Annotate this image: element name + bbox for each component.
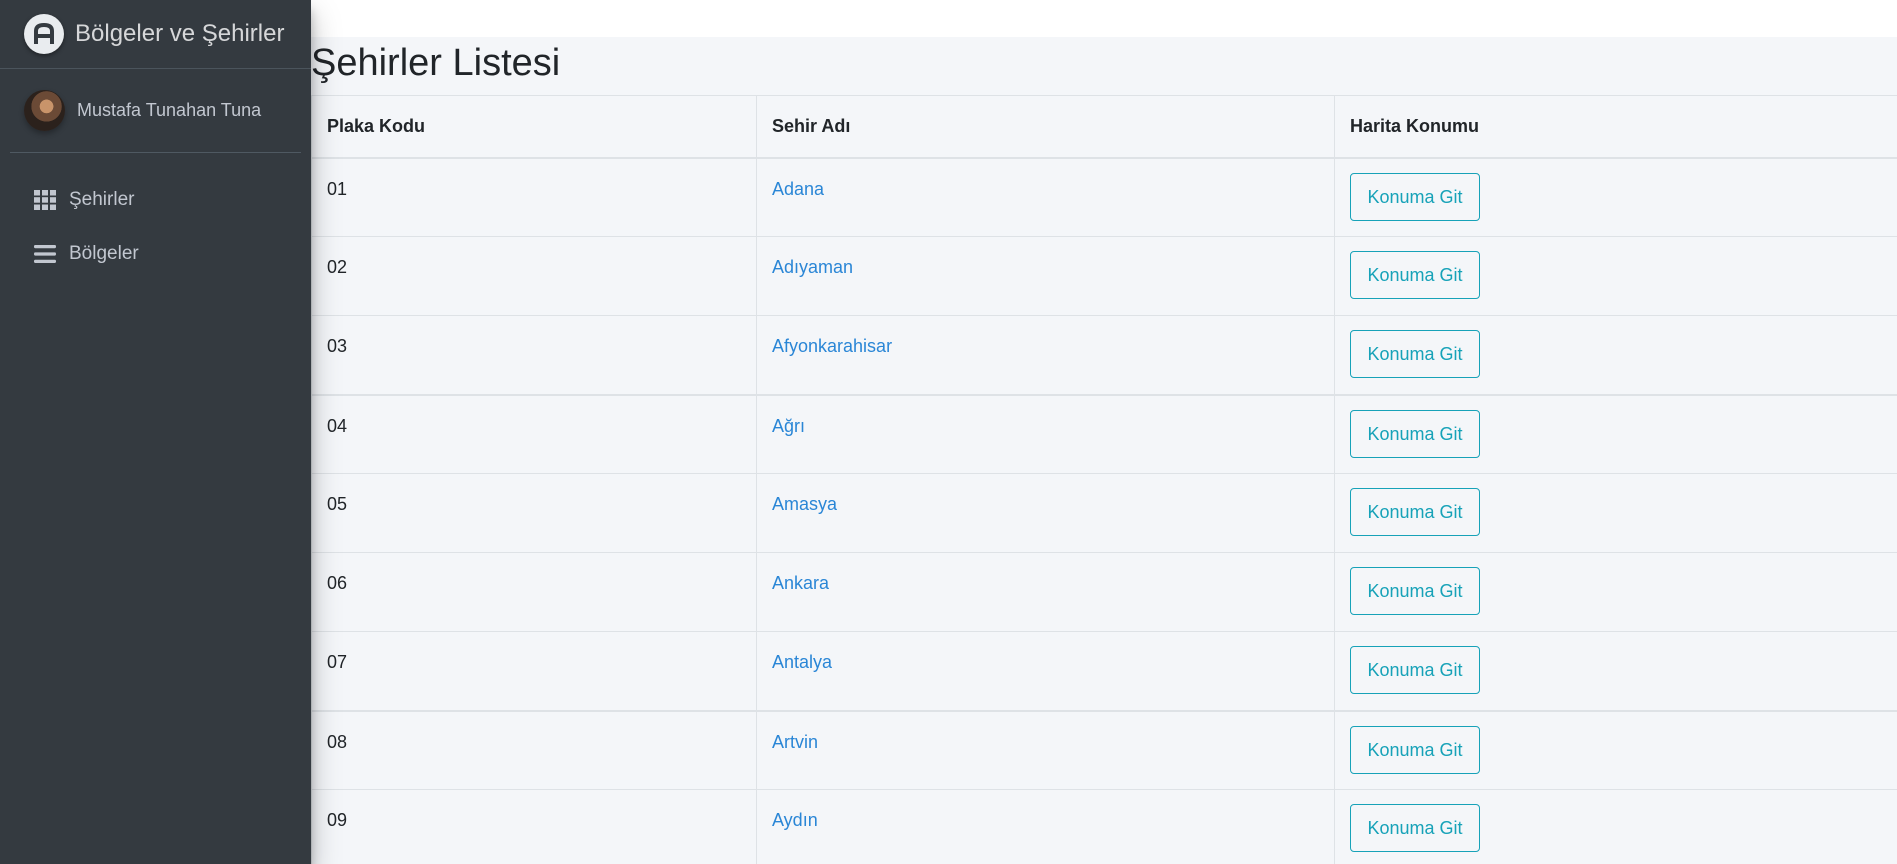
column-header-plate-code: Plaka Kodu (311, 95, 757, 159)
admin-logo-icon (24, 14, 64, 54)
app: Bölgeler ve Şehirler Mustafa Tunahan Tun… (0, 0, 1897, 864)
go-to-location-button[interactable]: Konuma Git (1350, 251, 1480, 299)
go-to-location-button[interactable]: Konuma Git (1350, 409, 1480, 458)
sidebar-nav: Şehirler Bölgeler (0, 153, 311, 281)
go-to-location-button[interactable]: Konuma Git (1350, 330, 1480, 378)
city-name-cell: Ağrı (756, 393, 1335, 474)
plate-code: 06 (311, 552, 757, 632)
city-link[interactable]: Ankara (772, 573, 829, 593)
user-name[interactable]: Mustafa Tunahan Tuna (77, 100, 261, 121)
plate-code: 09 (311, 789, 757, 864)
top-navbar (311, 0, 1897, 37)
map-location-cell: Konuma Git (1334, 709, 1897, 790)
sidebar-item-bolgeler[interactable]: Bölgeler (0, 227, 311, 281)
bars-icon (33, 243, 57, 265)
city-link[interactable]: Afyonkarahisar (772, 336, 892, 356)
avatar (24, 90, 65, 131)
sidebar-item-label: Şehirler (69, 189, 135, 210)
table-row: 01 Adana Konuma Git (311, 157, 1897, 237)
table-row: 06 Ankara Konuma Git (311, 552, 1897, 632)
city-link[interactable]: Artvin (772, 732, 818, 752)
map-location-cell: Konuma Git (1334, 789, 1897, 864)
cities-table: Plaka Kodu Sehir Adı Harita Konumu 01 Ad… (311, 95, 1897, 864)
plate-code: 08 (311, 709, 757, 790)
city-name-cell: Adana (756, 157, 1335, 237)
plate-code: 05 (311, 473, 757, 553)
plate-code: 04 (311, 393, 757, 474)
city-link[interactable]: Adana (772, 179, 824, 199)
city-name-cell: Ankara (756, 552, 1335, 632)
plate-code: 07 (311, 631, 757, 711)
table-row: 04 Ağrı Konuma Git (311, 393, 1897, 474)
table-row: 03 Afyonkarahisar Konuma Git (311, 315, 1897, 395)
plate-code: 03 (311, 315, 757, 395)
city-link[interactable]: Antalya (772, 652, 832, 672)
city-name-cell: Afyonkarahisar (756, 315, 1335, 395)
map-location-cell: Konuma Git (1334, 315, 1897, 395)
brand-title: Bölgeler ve Şehirler (75, 20, 285, 47)
go-to-location-button[interactable]: Konuma Git (1350, 804, 1480, 852)
sidebar-item-label: Bölgeler (69, 243, 139, 264)
city-name-cell: Adıyaman (756, 236, 1335, 316)
map-location-cell: Konuma Git (1334, 393, 1897, 474)
city-name-cell: Amasya (756, 473, 1335, 553)
map-location-cell: Konuma Git (1334, 631, 1897, 711)
map-location-cell: Konuma Git (1334, 473, 1897, 553)
city-link[interactable]: Aydın (772, 810, 818, 830)
table-header-row: Plaka Kodu Sehir Adı Harita Konumu (311, 95, 1897, 159)
table-row: 07 Antalya Konuma Git (311, 631, 1897, 711)
plate-code: 01 (311, 157, 757, 237)
city-name-cell: Aydın (756, 789, 1335, 864)
map-location-cell: Konuma Git (1334, 236, 1897, 316)
city-name-cell: Antalya (756, 631, 1335, 711)
column-header-city-name: Sehir Adı (756, 95, 1335, 159)
table-row: 02 Adıyaman Konuma Git (311, 236, 1897, 316)
table-row: 08 Artvin Konuma Git (311, 709, 1897, 790)
sidebar: Bölgeler ve Şehirler Mustafa Tunahan Tun… (0, 0, 311, 864)
main-content: Şehirler Listesi Plaka Kodu Sehir Adı Ha… (311, 37, 1897, 864)
sidebar-item-sehirler[interactable]: Şehirler (0, 173, 311, 227)
city-link[interactable]: Amasya (772, 494, 837, 514)
column-header-map-location: Harita Konumu (1334, 95, 1897, 159)
user-panel[interactable]: Mustafa Tunahan Tuna (10, 69, 301, 153)
table-row: 05 Amasya Konuma Git (311, 473, 1897, 553)
go-to-location-button[interactable]: Konuma Git (1350, 172, 1480, 221)
go-to-location-button[interactable]: Konuma Git (1350, 725, 1480, 774)
brand-link[interactable]: Bölgeler ve Şehirler (0, 0, 311, 69)
go-to-location-button[interactable]: Konuma Git (1350, 646, 1480, 694)
city-name-cell: Artvin (756, 709, 1335, 790)
go-to-location-button[interactable]: Konuma Git (1350, 488, 1480, 536)
plate-code: 02 (311, 236, 757, 316)
map-location-cell: Konuma Git (1334, 552, 1897, 632)
page-title: Şehirler Listesi (311, 42, 561, 84)
map-location-cell: Konuma Git (1334, 157, 1897, 237)
city-link[interactable]: Ağrı (772, 416, 805, 436)
city-link[interactable]: Adıyaman (772, 257, 853, 277)
table-row: 09 Aydın Konuma Git (311, 789, 1897, 864)
grid-icon (33, 189, 57, 211)
go-to-location-button[interactable]: Konuma Git (1350, 567, 1480, 615)
